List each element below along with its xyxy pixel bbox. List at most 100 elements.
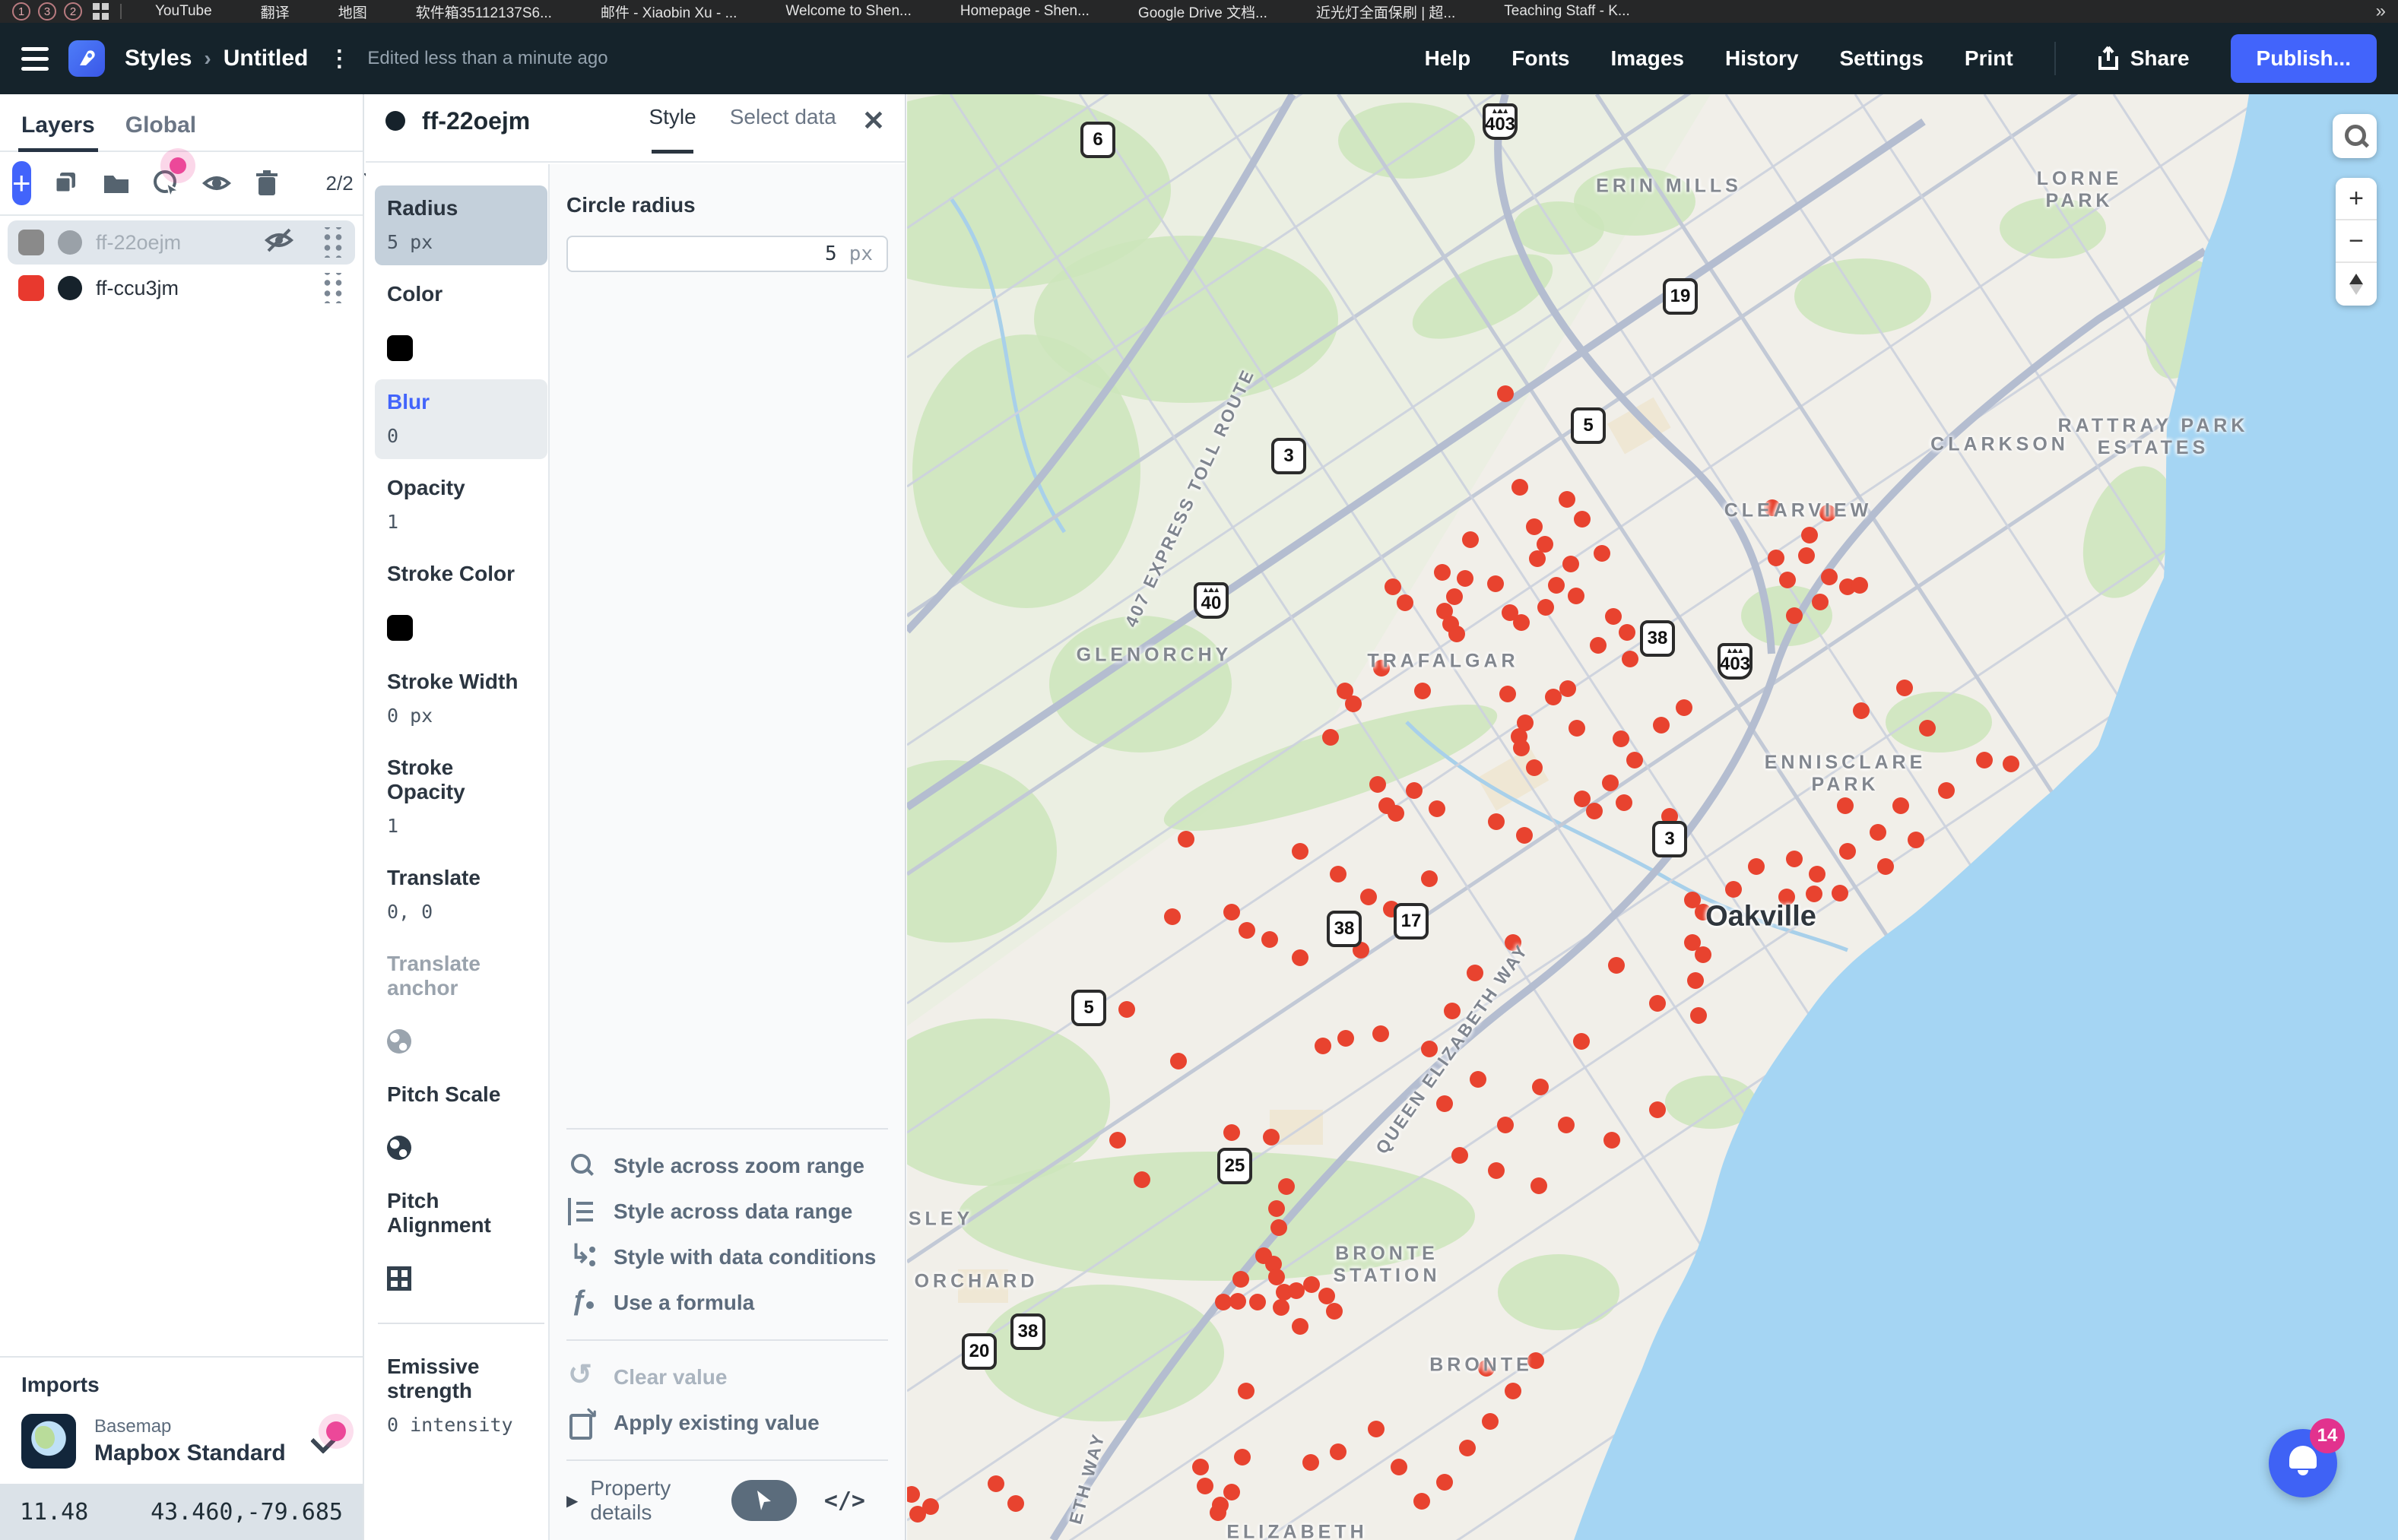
layer-row[interactable]: ff-ccu3jm <box>8 266 355 310</box>
layer-row[interactable]: ff-22oejm <box>8 220 355 265</box>
group-folder-icon[interactable] <box>101 168 132 198</box>
data-point-dot <box>1268 1269 1285 1285</box>
tab-layers[interactable]: Layers <box>21 112 95 151</box>
circle-radius-input[interactable]: 5 px <box>566 236 888 272</box>
close-icon[interactable]: ✕ <box>862 105 885 137</box>
property-item[interactable]: Color <box>375 271 547 373</box>
bookmark-item[interactable]: 近光灯全面保刷 | 超... <box>1293 2 1455 22</box>
property-value: 5 px <box>387 231 535 253</box>
property-item[interactable]: Blur 0 <box>375 379 547 459</box>
data-point-dot <box>1192 1459 1209 1475</box>
tab-select-data[interactable]: Select data <box>730 105 836 137</box>
notifications-bell-button[interactable]: 14 <box>2269 1429 2337 1497</box>
data-point-dot <box>1537 599 1554 616</box>
bookmark-item[interactable]: 软件箱35112137S6... <box>393 2 552 22</box>
property-item[interactable]: Stroke Opacity 1 <box>375 745 547 849</box>
property-item[interactable]: Stroke Width 0 px <box>375 659 547 739</box>
chevron-down-icon[interactable] <box>311 1426 341 1456</box>
data-point-dot <box>1302 1454 1319 1471</box>
property-item[interactable]: Translate 0, 0 <box>375 855 547 935</box>
bookmark-item[interactable]: YouTube <box>132 2 212 22</box>
property-item[interactable]: Opacity 1 <box>375 465 547 545</box>
data-point-dot <box>1292 1318 1308 1335</box>
mapbox-studio-logo[interactable] <box>68 40 105 77</box>
data-point-dot <box>1513 740 1530 756</box>
layer-drag-handle[interactable] <box>322 273 344 303</box>
value-action[interactable]: Apply existing value <box>568 1400 887 1446</box>
property-label: Stroke Color <box>387 562 535 586</box>
bookmark-item[interactable]: 邮件 - Xiaobin Xu - ... <box>578 2 737 22</box>
map-search-button[interactable] <box>2333 114 2377 158</box>
delete-trash-icon[interactable] <box>252 168 282 198</box>
select-pointer-icon[interactable] <box>151 168 182 198</box>
bookmark-item[interactable]: 翻译 <box>238 2 290 22</box>
apps-grid-icon[interactable] <box>93 3 109 20</box>
nav-link[interactable]: History <box>1725 46 1798 71</box>
property-label: Emissive strength <box>387 1355 535 1403</box>
map-canvas[interactable]: 6 403 19 5 3 38 403 40 3 17 38 5 25 38 2… <box>907 94 2398 1540</box>
bookmark-item[interactable]: Homepage - Shen... <box>937 2 1090 22</box>
map-label: NSLEY <box>907 1209 973 1231</box>
nav-link[interactable]: Settings <box>1839 46 1923 71</box>
style-action[interactable]: Style with data conditions <box>568 1234 887 1280</box>
property-item[interactable]: Radius 5 px <box>375 185 547 265</box>
property-details-toggle[interactable]: Property details <box>566 1476 731 1525</box>
data-point-dot <box>1695 946 1711 963</box>
bookmark-item[interactable]: Welcome to Shen... <box>763 2 911 22</box>
bookmark-item[interactable]: 地图 <box>316 2 367 22</box>
tab-global[interactable]: Global <box>125 112 196 151</box>
duplicate-layer-icon[interactable] <box>51 168 81 198</box>
property-icon <box>387 615 413 641</box>
property-item[interactable]: Stroke Color <box>375 551 547 653</box>
tab-group-chip[interactable]: 2 <box>64 2 82 21</box>
data-point-dot <box>1263 1129 1280 1145</box>
bookmark-item[interactable]: Teaching Staff - K... <box>1481 2 1629 22</box>
visibility-eye-icon[interactable] <box>201 168 232 198</box>
layer-drag-handle[interactable] <box>322 227 344 258</box>
tab-group-chip[interactable]: 1 <box>12 2 30 21</box>
layer-hidden-eye-off-icon[interactable] <box>264 227 294 259</box>
style-action[interactable]: Style across zoom range <box>568 1143 887 1189</box>
share-button[interactable]: Share <box>2097 46 2190 71</box>
breadcrumb-styles[interactable]: Styles <box>125 46 192 71</box>
menu-icon[interactable] <box>21 47 49 71</box>
circle-radius-value: 5 <box>825 242 837 265</box>
property-label: Blur <box>387 390 535 414</box>
property-editor-pane: Circle radius 5 px Style across zoom ran… <box>550 164 905 1540</box>
add-layer-button[interactable]: + <box>12 161 31 205</box>
style-action[interactable]: Style across data range <box>568 1189 887 1234</box>
bookmark-item[interactable]: Google Drive 文档... <box>1115 2 1267 22</box>
property-item[interactable]: Pitch Scale <box>375 1072 547 1172</box>
nav-link[interactable]: Print <box>1965 46 2013 71</box>
basemap-import-row[interactable]: Basemap Mapbox Standard <box>21 1414 341 1469</box>
tab-style[interactable]: Style <box>649 105 696 137</box>
bookmarks-overflow-chevron[interactable]: » <box>2376 1 2386 22</box>
compass-reset-button[interactable] <box>2336 263 2377 306</box>
zoom-out-button[interactable]: − <box>2336 220 2377 263</box>
property-item[interactable]: Pitch Alignment <box>375 1178 547 1303</box>
pointer-mode-pill[interactable] <box>731 1480 797 1521</box>
value-action[interactable]: Clear value <box>568 1355 887 1400</box>
style-menu-kebab-icon[interactable]: ⋮ <box>328 46 351 72</box>
nav-link[interactable]: Help <box>1425 46 1471 71</box>
data-point-dot <box>1406 782 1423 799</box>
bookmark-favicon <box>1293 3 1310 20</box>
nav-link[interactable]: Images <box>1610 46 1684 71</box>
bookmark-favicon <box>578 3 595 20</box>
notification-dot <box>170 157 186 174</box>
property-item[interactable] <box>378 1323 544 1324</box>
map-label: ELIZABETH <box>1226 1522 1367 1540</box>
zoom-in-button[interactable]: + <box>2336 178 2377 220</box>
data-point-dot <box>1318 1288 1335 1304</box>
data-point-dot <box>1457 570 1473 587</box>
nav-link[interactable]: Fonts <box>1511 46 1569 71</box>
code-view-icon[interactable]: </> <box>824 1488 865 1514</box>
browser-bookmarks-bar: 132 YouTube 翻译 地图 软件箱35112137S6... <box>0 0 2398 23</box>
tab-group-chip[interactable]: 3 <box>38 2 56 21</box>
bookmark-label: 软件箱35112137S6... <box>416 2 552 22</box>
property-item[interactable]: Emissive strength 0 intensity <box>375 1344 547 1448</box>
property-item[interactable]: Translate anchor <box>375 941 547 1066</box>
style-action[interactable]: Use a formula <box>568 1280 887 1326</box>
publish-button[interactable]: Publish... <box>2231 34 2377 83</box>
property-value <box>387 317 535 325</box>
